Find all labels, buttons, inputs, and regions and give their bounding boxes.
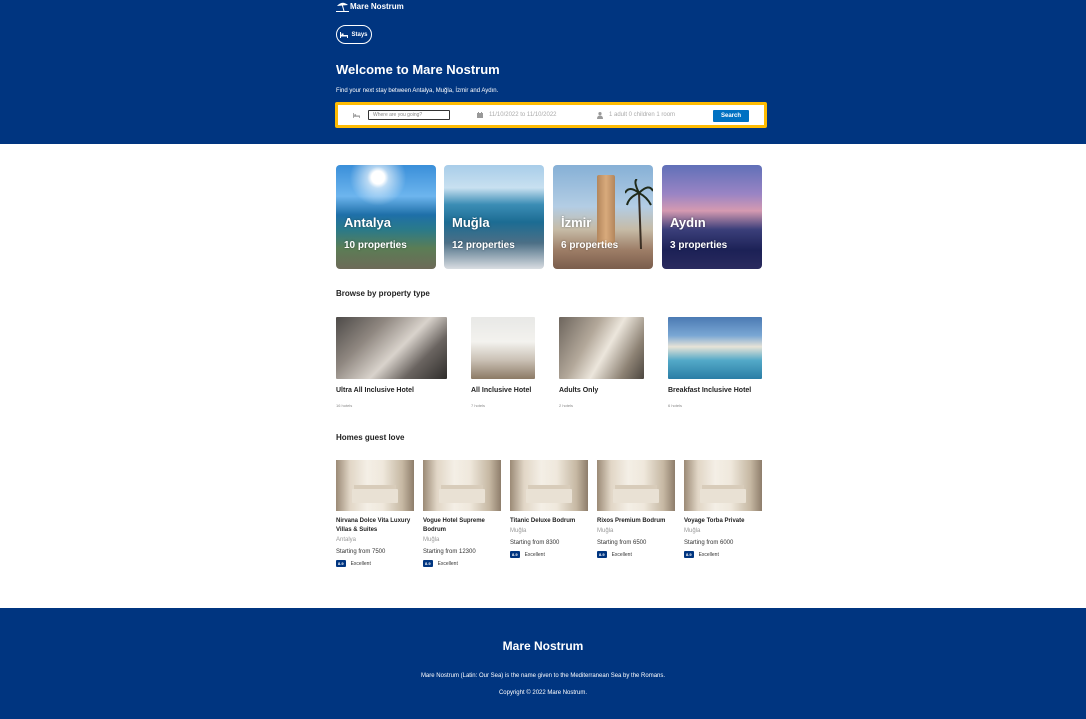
stays-button[interactable]: Stays	[336, 25, 372, 44]
page-title: Welcome to Mare Nostrum	[336, 62, 500, 77]
city-card-aydin[interactable]: Aydın 3 properties	[662, 165, 762, 269]
property-type-name: Ultra All Inclusive Hotel	[336, 387, 414, 394]
home-name: Voyage Torba Private	[684, 518, 745, 524]
property-type-image	[668, 317, 762, 379]
home-city: Muğla	[684, 528, 701, 534]
destination-field	[353, 105, 450, 125]
home-city: Muğla	[423, 537, 440, 543]
property-type-name: All Inclusive Hotel	[471, 387, 532, 394]
stays-label: Stays	[351, 31, 368, 38]
home-city: Muğla	[510, 528, 527, 534]
property-type-card[interactable]: All Inclusive Hotel 7 hotels	[471, 317, 535, 408]
city-property-count: 10 properties	[344, 240, 407, 251]
city-name: Aydın	[670, 215, 706, 230]
occupancy-text: 1 adult 0 children 1 room	[609, 112, 676, 118]
home-name: Vogue Hotel Supreme Bodrum	[423, 518, 485, 533]
rating-score-badge: 8.9	[684, 551, 694, 558]
property-type-image	[559, 317, 644, 379]
rating-text: Excellent	[698, 551, 719, 558]
home-rating: 8.9 Excellent	[423, 560, 501, 567]
rating-score-badge: 8.9	[510, 551, 520, 558]
home-image	[336, 460, 414, 511]
city-name: Muğla	[452, 215, 490, 230]
home-card[interactable]: Titanic Deluxe Bodrum Muğla Starting fro…	[510, 460, 588, 558]
home-city: Muğla	[597, 528, 614, 534]
person-icon	[597, 111, 603, 119]
property-type-count: 16 hotels	[336, 403, 353, 408]
footer-title: Mare Nostrum	[502, 639, 584, 653]
home-card[interactable]: Voyage Torba Private Muğla Starting from…	[684, 460, 762, 558]
search-bar: 11/10/2022 to 11/10/2022 1 adult 0 child…	[335, 102, 767, 128]
footer-description: Mare Nostrum (Latin: Our Sea) is the nam…	[420, 673, 666, 679]
header: Mare Nostrum Stays Welcome to Mare Nostr…	[0, 0, 1086, 144]
city-name: İzmir	[561, 215, 592, 230]
rating-text: Excellent	[524, 551, 545, 558]
rating-text: Excellent	[437, 560, 458, 567]
property-type-image	[471, 317, 535, 379]
home-rating: 8.9 Excellent	[336, 560, 414, 567]
city-card-mugla[interactable]: Muğla 12 properties	[444, 165, 544, 269]
bed-icon	[340, 31, 349, 38]
home-rating: 8.9 Excellent	[510, 551, 588, 558]
home-price: Starting from 7500	[336, 549, 386, 555]
property-type-card[interactable]: Ultra All Inclusive Hotel 16 hotels	[336, 317, 447, 408]
occupancy-selector[interactable]: 1 adult 0 children 1 room	[597, 105, 675, 125]
home-image	[684, 460, 762, 511]
page-subtitle: Find your next stay between Antalya, Muğ…	[336, 88, 499, 94]
logo[interactable]: Mare Nostrum	[336, 1, 404, 12]
rating-score-badge: 8.9	[423, 560, 433, 567]
property-type-count: 7 hotels	[471, 403, 486, 408]
footer: Mare Nostrum Mare Nostrum (Latin: Our Se…	[0, 608, 1086, 719]
home-price: Starting from 6500	[597, 540, 647, 546]
home-image	[597, 460, 675, 511]
city-property-count: 6 properties	[561, 240, 619, 251]
rating-score-badge: 8.9	[336, 560, 346, 567]
home-price: Starting from 6000	[684, 540, 734, 546]
property-type-count: 2 hotels	[559, 403, 574, 408]
home-rating: 8.9 Excellent	[684, 551, 762, 558]
home-image	[423, 460, 501, 511]
property-type-heading: Browse by property type	[336, 289, 430, 298]
city-property-count: 3 properties	[670, 240, 728, 251]
property-type-card[interactable]: Adults Only 2 hotels	[559, 317, 644, 408]
home-price: Starting from 8300	[510, 540, 560, 546]
rating-text: Excellent	[350, 560, 371, 567]
property-type-card[interactable]: Breakfast Inclusive Hotel 6 hotels	[668, 317, 762, 408]
property-type-count: 6 hotels	[668, 403, 683, 408]
search-button[interactable]: Search	[713, 110, 749, 122]
home-rating: 8.9 Excellent	[597, 551, 675, 558]
home-image	[510, 460, 588, 511]
city-card-antalya[interactable]: Antalya 10 properties	[336, 165, 436, 269]
home-name: Nirvana Dolce Vita Luxury Villas & Suite…	[336, 518, 411, 533]
bed-icon	[353, 112, 360, 118]
city-name: Antalya	[344, 215, 391, 230]
property-type-image	[336, 317, 447, 379]
home-name: Rixos Premium Bodrum	[597, 518, 666, 524]
property-type-name: Breakfast Inclusive Hotel	[668, 387, 752, 394]
destination-input[interactable]	[368, 110, 450, 120]
home-city: Antalya	[336, 537, 357, 543]
date-range-text: 11/10/2022 to 11/10/2022	[489, 112, 557, 118]
palm-tree-image	[625, 179, 653, 249]
footer-copyright: Copyright © 2022 Mare Nostrum.	[498, 690, 588, 696]
home-card[interactable]: Nirvana Dolce Vita Luxury Villas & Suite…	[336, 460, 414, 567]
logo-text: Mare Nostrum	[350, 2, 404, 11]
home-price: Starting from 12300	[423, 549, 476, 555]
umbrella-beach-icon	[336, 2, 349, 12]
clock-tower-image	[597, 175, 615, 245]
date-picker[interactable]: 11/10/2022 to 11/10/2022	[477, 105, 557, 125]
property-type-name: Adults Only	[559, 387, 599, 394]
home-name: Titanic Deluxe Bodrum	[510, 518, 576, 524]
home-card[interactable]: Vogue Hotel Supreme Bodrum Muğla Startin…	[423, 460, 501, 567]
city-card-izmir[interactable]: İzmir 6 properties	[553, 165, 653, 269]
homes-heading: Homes guest love	[336, 433, 405, 442]
home-card[interactable]: Rixos Premium Bodrum Muğla Starting from…	[597, 460, 675, 558]
city-property-count: 12 properties	[452, 240, 515, 251]
calendar-icon	[477, 112, 483, 118]
rating-score-badge: 8.9	[597, 551, 607, 558]
rating-text: Excellent	[611, 551, 632, 558]
